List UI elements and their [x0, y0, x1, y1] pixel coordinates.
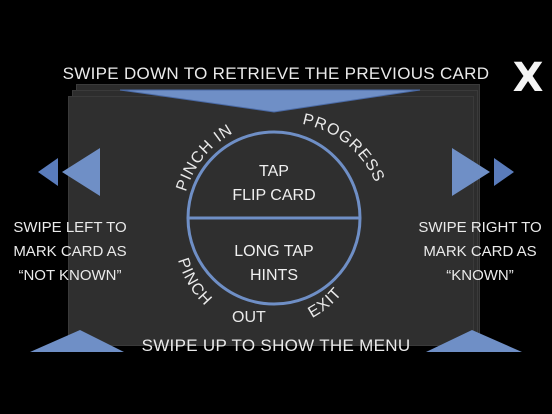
swipe-right-line-1: SWIPE RIGHT TO [418, 219, 542, 236]
exit-label: EXIT [305, 284, 345, 321]
long-tap-label: LONG TAP [234, 243, 314, 260]
swipe-left-target[interactable] [36, 146, 104, 198]
close-button[interactable]: X [510, 58, 546, 98]
out-label: OUT [232, 309, 266, 326]
swipe-right-line-3: “KNOWN” [446, 267, 514, 284]
swipe-left-line-3: “NOT KNOWN” [18, 267, 122, 284]
swipe-right-target[interactable] [448, 146, 518, 198]
hints-label: HINTS [250, 267, 298, 284]
swipe-down-target[interactable] [120, 88, 420, 114]
long-tap-section[interactable]: LONG TAP HINTS [194, 240, 354, 288]
tap-label: TAP [259, 163, 289, 180]
swipe-right-line-2: MARK CARD AS [423, 243, 537, 260]
swipe-left-line-2: MARK CARD AS [13, 243, 127, 260]
tap-section[interactable]: TAP FLIP CARD [194, 160, 354, 208]
swipe-up-instruction: SWIPE UP TO SHOW THE MENU [141, 336, 411, 355]
swipe-down-instruction: SWIPE DOWN TO RETRIEVE THE PREVIOUS CARD [62, 64, 490, 83]
swipe-left-instruction: SWIPE LEFT TO MARK CARD AS “NOT KNOWN” [0, 216, 140, 288]
swipe-right-instruction: SWIPE RIGHT TO MARK CARD AS “KNOWN” [408, 216, 552, 288]
flip-card-label: FLIP CARD [232, 187, 316, 204]
swipe-left-line-1: SWIPE LEFT TO [13, 219, 127, 236]
